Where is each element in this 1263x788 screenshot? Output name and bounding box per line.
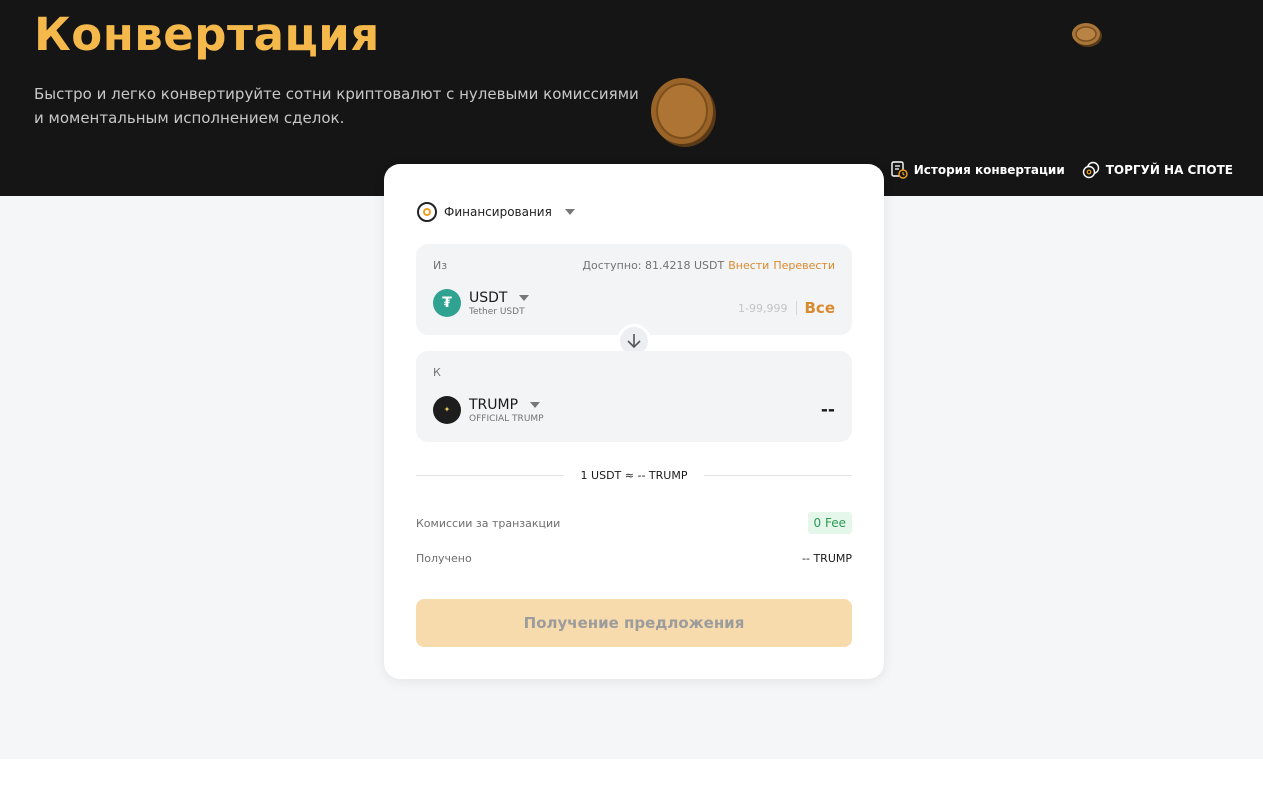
available-text: Доступно: 81.4218 USDT	[582, 259, 725, 272]
chevron-down-icon	[530, 401, 541, 408]
convert-card: Финансирования Из Доступно: 81.4218 USDT…	[384, 164, 884, 679]
divider	[795, 301, 797, 315]
conversion-history-label: История конвертации	[913, 163, 1065, 177]
to-amount-value: --	[820, 400, 835, 420]
from-amount-input[interactable]	[667, 301, 788, 315]
page-subtitle: Быстро и легко конвертируйте сотни крипт…	[34, 85, 639, 127]
trump-logo-icon: ✦	[433, 396, 461, 424]
received-row: Получено -- TRUMP	[416, 552, 852, 565]
page-title: Конвертация	[34, 8, 380, 61]
exchange-rate: 1 USDT ≈ -- TRUMP	[416, 469, 852, 482]
fee-label: Комиссии за транзакции	[416, 516, 561, 530]
divider	[704, 475, 852, 476]
from-label: Из	[433, 259, 448, 272]
spot-coins-icon	[1082, 161, 1099, 179]
funding-account-icon	[417, 202, 437, 222]
coin-decoration-small-icon	[1072, 23, 1102, 47]
rate-text: 1 USDT ≈ -- TRUMP	[580, 469, 688, 482]
to-coin-selector[interactable]: ✦ TRUMP OFFICIAL TRUMP	[433, 396, 544, 424]
received-value: -- TRUMP	[802, 552, 852, 565]
from-coin-name: Tether USDT	[469, 306, 525, 317]
usdt-logo-icon: ₮	[433, 289, 461, 317]
trade-spot-link[interactable]: ТОРГУЙ НА СПОТЕ	[1082, 161, 1233, 179]
coin-decoration-icon	[651, 78, 716, 147]
fee-row: Комиссии за транзакции 0 Fee	[416, 512, 852, 534]
to-label: К	[433, 366, 441, 379]
from-coin-symbol: USDT	[469, 289, 508, 306]
to-panel: К ✦ TRUMP OFFICIAL TRUMP --	[416, 351, 852, 442]
trade-spot-label: ТОРГУЙ НА СПОТЕ	[1105, 163, 1233, 177]
account-selector[interactable]: Финансирования	[417, 202, 575, 222]
history-icon	[891, 161, 908, 179]
from-coin-selector[interactable]: ₮ USDT Tether USDT	[433, 289, 530, 317]
transfer-link[interactable]: Перевести	[773, 259, 835, 272]
available-balance: Доступно: 81.4218 USDT Внести Перевести	[582, 259, 835, 272]
deposit-link[interactable]: Внести	[728, 259, 769, 272]
max-all-button[interactable]: Все	[805, 299, 836, 317]
divider	[416, 475, 564, 476]
arrow-down-icon	[627, 334, 641, 349]
received-label: Получено	[416, 552, 472, 565]
account-label: Финансирования	[444, 205, 552, 219]
from-panel: Из Доступно: 81.4218 USDT Внести Перевес…	[416, 244, 852, 335]
fee-badge: 0 Fee	[807, 512, 852, 534]
get-quote-button[interactable]: Получение предложения	[416, 599, 852, 647]
chevron-down-icon	[564, 209, 575, 215]
to-coin-symbol: TRUMP	[469, 396, 519, 413]
conversion-history-link[interactable]: История конвертации	[890, 161, 1065, 179]
to-coin-name: OFFICIAL TRUMP	[469, 413, 544, 424]
chevron-down-icon	[519, 294, 530, 301]
